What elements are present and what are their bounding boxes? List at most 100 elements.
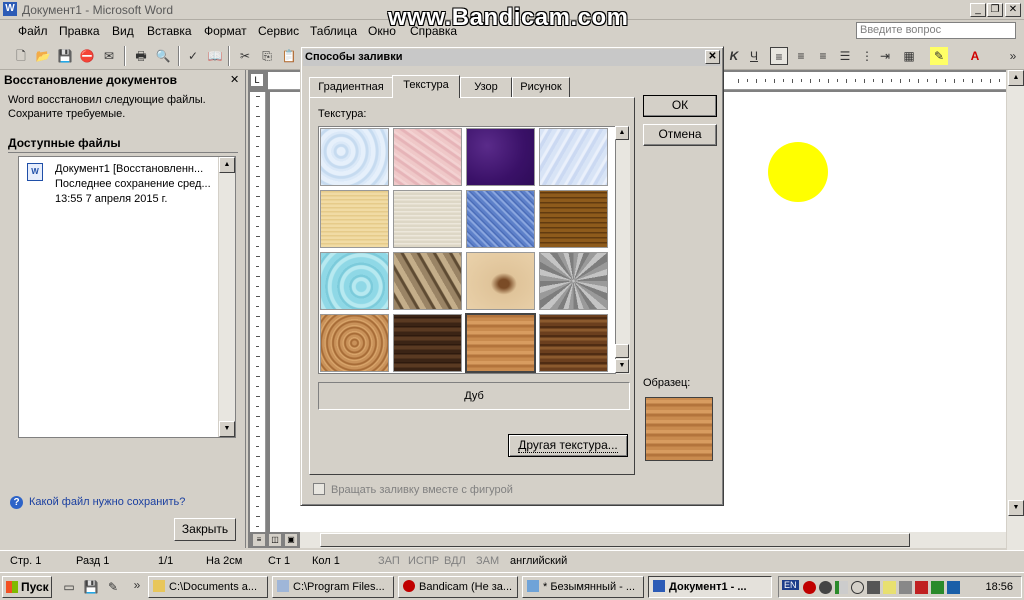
record-tray-icon[interactable] <box>819 581 832 594</box>
taskbar-item-documents[interactable]: C:\Documents a... <box>148 576 268 598</box>
menu-insert[interactable]: Вставка <box>147 24 192 38</box>
quicklaunch-icon[interactable]: 💾 <box>82 578 100 596</box>
scroll-down-icon[interactable]: ▼ <box>1008 500 1024 516</box>
scroll-up-icon[interactable]: ▲ <box>219 157 235 173</box>
texture-swatch-walnut[interactable] <box>393 314 462 372</box>
menu-edit[interactable]: Правка <box>59 24 100 38</box>
indent-icon[interactable]: ⇥ <box>876 47 894 65</box>
scroll-thumb[interactable] <box>615 344 629 358</box>
toolbar-options-icon[interactable]: » <box>1004 47 1022 65</box>
texture-swatch-fish-fossil[interactable] <box>466 252 535 310</box>
status-extend[interactable]: ВДЛ <box>444 555 466 567</box>
texture-swatch-denim[interactable] <box>466 190 535 248</box>
spelling-icon[interactable]: ✓ <box>184 47 202 65</box>
dialog-close-icon[interactable]: ✕ <box>705 50 720 64</box>
tab-picture[interactable]: Рисунок <box>512 77 570 97</box>
dialog-titlebar[interactable]: Способы заливки ✕ <box>303 49 721 66</box>
new-document-icon[interactable]: 🗋 <box>12 47 30 65</box>
texture-swatch-sand[interactable] <box>539 252 608 310</box>
scroll-up-icon[interactable]: ▲ <box>615 126 629 140</box>
pane-close-icon[interactable]: ✕ <box>230 73 239 86</box>
texture-swatch-linen[interactable] <box>393 190 462 248</box>
texture-swatch-blue-tissue[interactable] <box>539 128 608 186</box>
print-layout-icon[interactable]: ▣ <box>284 533 298 547</box>
recovered-file-name[interactable]: Документ1 [Восстановленн... <box>55 163 203 175</box>
taskbar-item-word[interactable]: Документ1 - ... <box>648 576 772 598</box>
texture-swatch-medium-wood[interactable] <box>539 314 608 372</box>
other-texture-button[interactable]: Другая текстура... <box>508 434 628 457</box>
status-record[interactable]: ЗАП <box>378 555 400 567</box>
show-desktop-icon[interactable]: ▭ <box>60 578 78 596</box>
justify-icon[interactable]: ☰ <box>836 47 854 65</box>
menu-window[interactable]: Окно <box>368 24 396 38</box>
texture-swatch-paper-bag[interactable] <box>393 252 462 310</box>
normal-view-icon[interactable]: ≡ <box>252 533 266 547</box>
texture-swatch-oak[interactable] <box>465 313 536 373</box>
status-overtype[interactable]: ЗАМ <box>476 555 499 567</box>
taskbar-item-program-files[interactable]: C:\Program Files... <box>272 576 394 598</box>
taskbar-item-bandicam[interactable]: Bandicam (Не за... <box>398 576 518 598</box>
signal-icon[interactable] <box>835 581 848 594</box>
quicklaunch-icon-2[interactable]: ✎ <box>104 578 122 596</box>
menu-file[interactable]: Файл <box>18 24 48 38</box>
print-icon[interactable]: 🖶 <box>132 47 150 65</box>
texture-swatch-water-droplets[interactable] <box>320 252 389 310</box>
texture-swatch-water[interactable] <box>320 128 389 186</box>
document-vertical-scrollbar[interactable]: ▲ ▼ <box>1006 70 1024 550</box>
tab-pattern[interactable]: Узор <box>460 77 512 97</box>
horizontal-scroll-thumb[interactable] <box>320 533 910 547</box>
research-icon[interactable]: 📖 <box>206 47 224 65</box>
menu-format[interactable]: Формат <box>204 24 247 38</box>
volume-icon[interactable] <box>899 581 912 594</box>
texture-swatch-pink-tissue[interactable] <box>393 128 462 186</box>
clock[interactable]: 18:56 <box>985 581 1013 593</box>
paste-icon[interactable]: 📋 <box>280 47 298 65</box>
help-question-input[interactable]: Введите вопрос <box>856 22 1016 39</box>
minimize-button[interactable]: _ <box>970 3 986 17</box>
tab-texture[interactable]: Текстура <box>392 75 460 98</box>
help-link[interactable]: ? Какой файл нужно сохранить? <box>10 496 185 509</box>
bandicam-tray-icon[interactable] <box>803 581 816 594</box>
copy-icon[interactable]: ⎘ <box>258 47 276 65</box>
menu-tools[interactable]: Сервис <box>258 24 299 38</box>
align-center-icon[interactable]: ≡ <box>792 47 810 65</box>
highlight-icon[interactable]: ✎ <box>930 47 948 65</box>
menu-help[interactable]: Справка <box>410 24 457 38</box>
align-left-icon[interactable]: ≡ <box>770 47 788 65</box>
scroll-up-icon[interactable]: ▲ <box>1008 70 1024 86</box>
pane-close-button[interactable]: Закрыть <box>174 518 236 541</box>
align-right-icon[interactable]: ≡ <box>814 47 832 65</box>
open-folder-icon[interactable]: 📂 <box>34 47 52 65</box>
status-track-changes[interactable]: ИСПР <box>408 555 439 567</box>
language-indicator[interactable]: EN <box>782 580 799 590</box>
italic-icon[interactable]: K <box>725 47 743 65</box>
vertical-ruler[interactable] <box>250 92 266 532</box>
font-color-icon[interactable]: A <box>966 47 984 65</box>
cut-icon[interactable]: ✂ <box>236 47 254 65</box>
permission-icon[interactable]: ⛔ <box>78 47 96 65</box>
print-preview-icon[interactable]: 🔍 <box>154 47 172 65</box>
notes-icon[interactable] <box>883 581 896 594</box>
texture-swatch-cork[interactable] <box>320 314 389 372</box>
save-icon[interactable]: 💾 <box>56 47 74 65</box>
update-icon[interactable] <box>931 581 944 594</box>
close-window-button[interactable]: ✕ <box>1005 3 1021 17</box>
numbering-icon[interactable]: ⋮ <box>858 47 876 65</box>
antivirus-icon[interactable] <box>915 581 928 594</box>
quicklaunch-more-icon[interactable]: » <box>128 576 146 594</box>
web-view-icon[interactable]: ◫ <box>268 533 282 547</box>
taskbar-item-paint[interactable]: * Безымянный - ... <box>522 576 644 598</box>
email-icon[interactable]: ✉ <box>100 47 118 65</box>
borders-icon[interactable]: ▦ <box>900 47 918 65</box>
word-app-icon[interactable]: W <box>3 2 17 16</box>
texture-scrollbar[interactable]: ▲ ▼ <box>615 126 630 374</box>
ok-button[interactable]: ОК <box>643 95 717 117</box>
texture-swatch-purple-mesh[interactable] <box>466 128 535 186</box>
tab-gradient[interactable]: Градиентная <box>309 77 393 97</box>
texture-swatch-woven-mat[interactable] <box>539 190 608 248</box>
menu-view[interactable]: Вид <box>112 24 134 38</box>
texture-swatch-canvas[interactable] <box>320 190 389 248</box>
underline-icon[interactable]: Ч <box>745 47 763 65</box>
checkbox-icon[interactable] <box>313 483 325 495</box>
sun-shape[interactable] <box>768 142 828 202</box>
